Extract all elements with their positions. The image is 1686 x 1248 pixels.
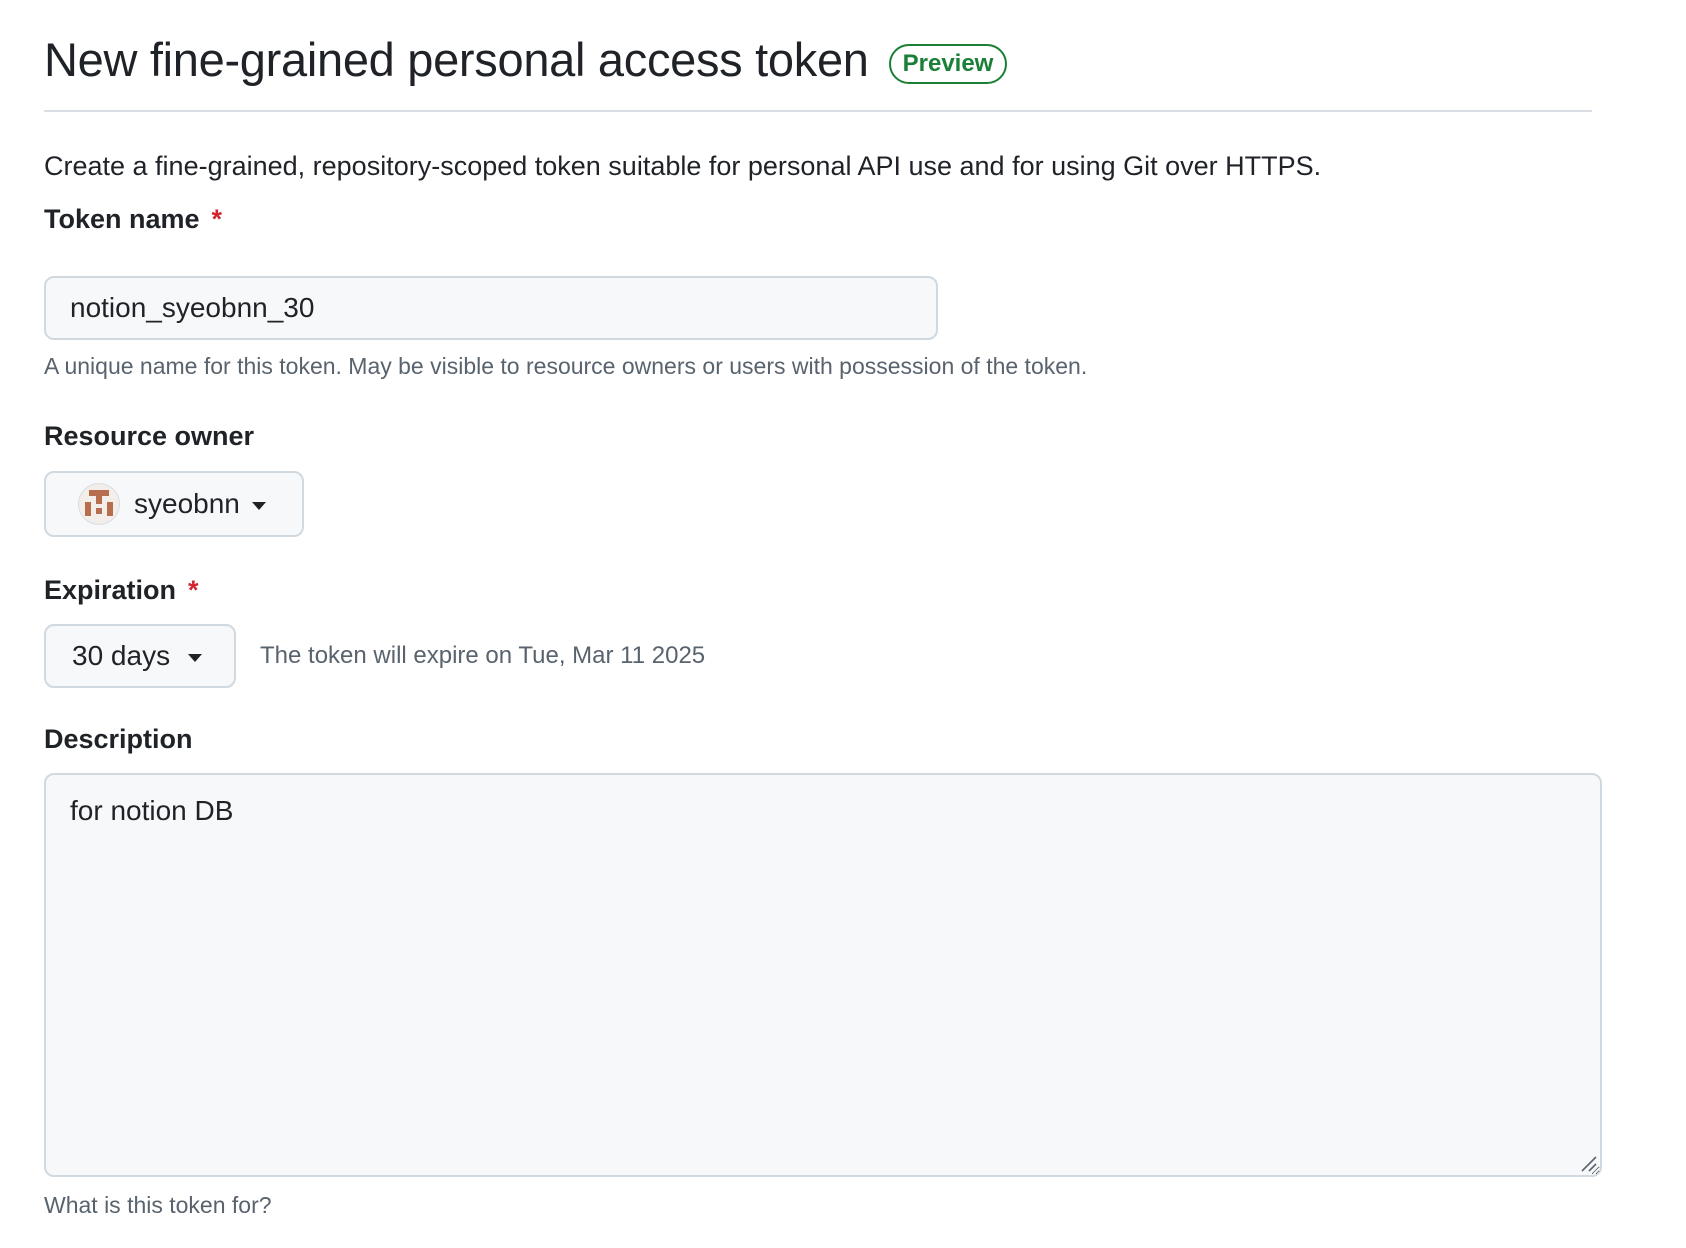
expiration-value: 30 days [72, 640, 171, 671]
page-title: New fine-grained personal access token [44, 33, 869, 86]
resource-owner-label-text: Resource owner [44, 421, 255, 451]
caret-down-icon [251, 502, 266, 510]
caret-down-icon [188, 654, 203, 662]
required-indicator: * [188, 575, 199, 605]
resource-owner-label: Resource owner [44, 419, 254, 453]
token-name-hint: A unique name for this token. May be vis… [44, 353, 1088, 379]
expiration-select[interactable]: 30 days [44, 624, 236, 688]
resource-owner-select[interactable]: syeobnn [44, 471, 304, 537]
expiration-note: The token will expire on Tue, Mar 11 202… [260, 642, 706, 669]
description-hint: What is this token for? [44, 1192, 272, 1218]
title-row: New fine-grained personal access token P… [44, 30, 1592, 90]
description-label: Description [44, 722, 193, 756]
preview-badge: Preview [888, 44, 1008, 84]
description-textarea[interactable]: for notion DB [44, 773, 1602, 1177]
expiration-label: Expiration * [44, 573, 199, 607]
identicon-avatar-icon [78, 483, 120, 525]
avatar-graphic [85, 490, 113, 516]
required-indicator: * [211, 204, 223, 234]
page-header: New fine-grained personal access token P… [44, 30, 1592, 112]
expiration-label-text: Expiration [44, 575, 177, 605]
token-name-input[interactable] [44, 276, 938, 340]
resource-owner-value: syeobnn [134, 488, 240, 519]
token-name-label: Token name * [44, 202, 222, 236]
page-description: Create a fine-grained, repository-scoped… [44, 151, 1322, 181]
token-name-label-text: Token name [44, 204, 200, 234]
description-label-text: Description [44, 724, 193, 754]
resize-handle-icon[interactable] [1580, 1155, 1598, 1173]
